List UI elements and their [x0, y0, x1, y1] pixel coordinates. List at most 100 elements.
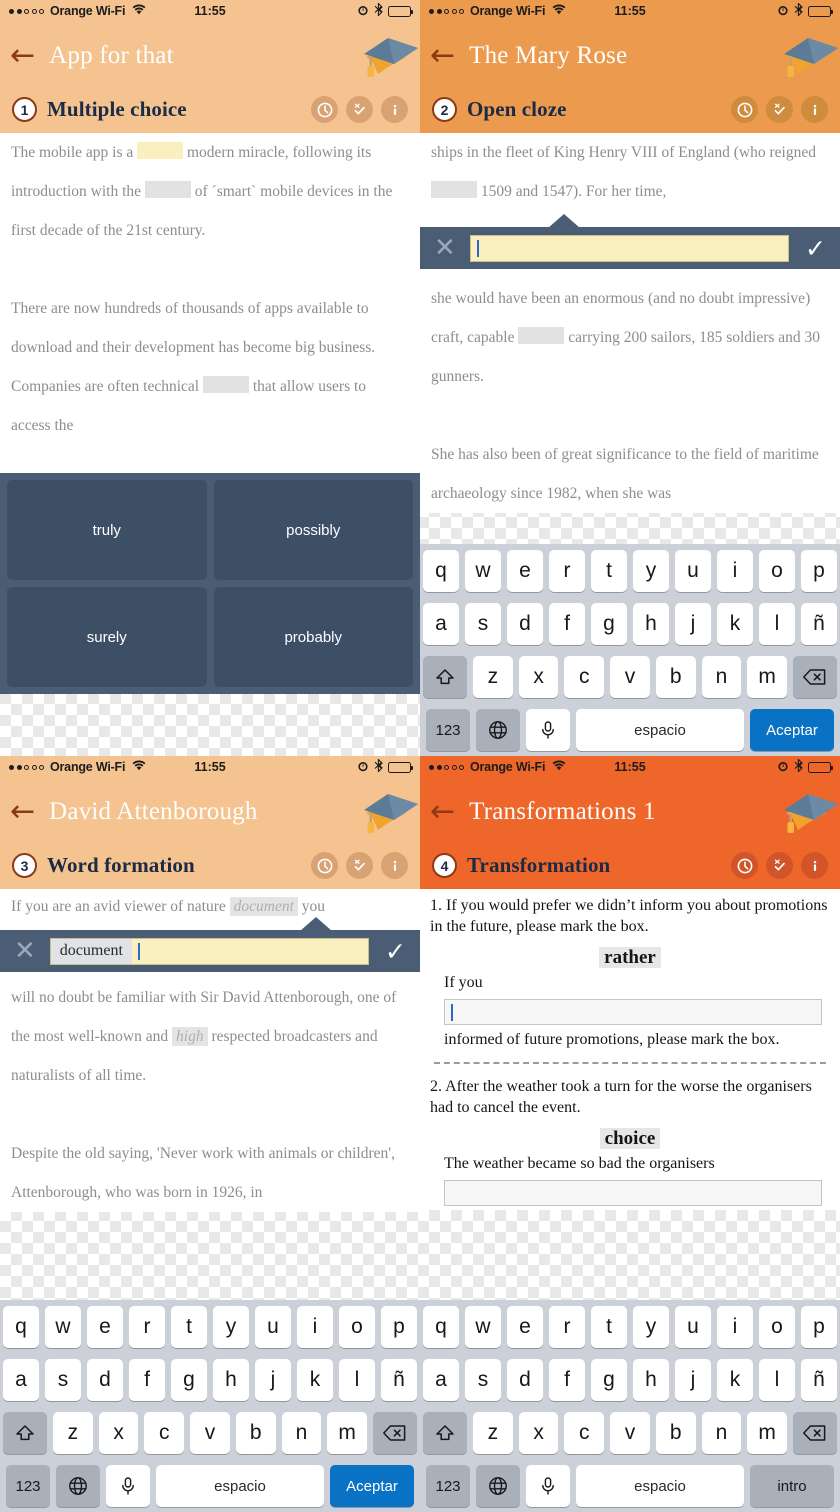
key-z[interactable]: z [472, 1412, 513, 1454]
shift-icon[interactable] [422, 656, 467, 698]
key-f[interactable]: f [549, 603, 585, 645]
shift-icon[interactable] [2, 1412, 47, 1454]
key-y[interactable]: y [633, 1306, 669, 1348]
key-r[interactable]: r [129, 1306, 165, 1348]
key-r[interactable]: r [549, 1306, 585, 1348]
key-v[interactable]: v [610, 656, 650, 698]
key-b[interactable]: b [235, 1412, 276, 1454]
answer-blank-filled[interactable] [137, 142, 184, 159]
key-k[interactable]: k [717, 603, 753, 645]
info-icon[interactable] [381, 852, 408, 879]
key-u[interactable]: u [255, 1306, 291, 1348]
key-space[interactable]: espacio [576, 1465, 744, 1507]
key-a[interactable]: a [423, 1359, 459, 1401]
key-u[interactable]: u [675, 550, 711, 592]
shift-icon[interactable] [422, 1412, 467, 1454]
key-enye[interactable]: ñ [381, 1359, 417, 1401]
key-c[interactable]: c [564, 1412, 605, 1454]
key-i[interactable]: i [717, 1306, 753, 1348]
key-j[interactable]: j [675, 1359, 711, 1401]
key-l[interactable]: l [759, 1359, 795, 1401]
key-intro[interactable]: intro [750, 1465, 834, 1507]
key-space[interactable]: espacio [576, 709, 744, 751]
key-t[interactable]: t [591, 550, 627, 592]
key-j[interactable]: j [255, 1359, 291, 1401]
key-p[interactable]: p [801, 550, 837, 592]
key-f[interactable]: f [129, 1359, 165, 1401]
key-t[interactable]: t [171, 1306, 207, 1348]
key-r[interactable]: r [549, 550, 585, 592]
key-n[interactable]: n [281, 1412, 322, 1454]
key-w[interactable]: w [465, 1306, 501, 1348]
check-cross-icon[interactable] [766, 96, 793, 123]
clock-icon[interactable] [731, 96, 758, 123]
key-y[interactable]: y [633, 550, 669, 592]
transformation-input-2[interactable] [444, 1180, 822, 1206]
key-z[interactable]: z [472, 656, 513, 698]
key-x[interactable]: x [98, 1412, 139, 1454]
key-l[interactable]: l [339, 1359, 375, 1401]
key-numbers[interactable]: 123 [6, 1465, 50, 1507]
key-t[interactable]: t [591, 1306, 627, 1348]
key-g[interactable]: g [171, 1359, 207, 1401]
key-k[interactable]: k [297, 1359, 333, 1401]
close-icon[interactable]: ✕ [434, 235, 456, 261]
key-d[interactable]: d [507, 603, 543, 645]
back-button[interactable]: ← [10, 41, 35, 71]
key-o[interactable]: o [759, 550, 795, 592]
key-j[interactable]: j [675, 603, 711, 645]
key-numbers[interactable]: 123 [426, 1465, 470, 1507]
key-w[interactable]: w [45, 1306, 81, 1348]
key-e[interactable]: e [507, 1306, 543, 1348]
key-h[interactable]: h [213, 1359, 249, 1401]
key-l[interactable]: l [759, 603, 795, 645]
key-q[interactable]: q [423, 1306, 459, 1348]
info-icon[interactable] [801, 96, 828, 123]
option-button-probably[interactable]: probably [213, 587, 413, 687]
key-e[interactable]: e [507, 550, 543, 592]
info-icon[interactable] [381, 96, 408, 123]
key-h[interactable]: h [633, 1359, 669, 1401]
key-c[interactable]: c [564, 656, 605, 698]
key-m[interactable]: m [327, 1412, 368, 1454]
key-numbers[interactable]: 123 [426, 709, 470, 751]
key-accept[interactable]: Aceptar [750, 709, 834, 751]
back-button[interactable]: ← [430, 797, 455, 827]
key-n[interactable]: n [701, 1412, 742, 1454]
key-s[interactable]: s [465, 1359, 501, 1401]
key-y[interactable]: y [213, 1306, 249, 1348]
microphone-icon[interactable] [526, 709, 570, 751]
key-h[interactable]: h [633, 603, 669, 645]
back-button[interactable]: ← [430, 41, 455, 71]
key-g[interactable]: g [591, 1359, 627, 1401]
key-e[interactable]: e [87, 1306, 123, 1348]
answer-blank-active[interactable] [431, 181, 477, 198]
globe-icon[interactable] [476, 709, 520, 751]
microphone-icon[interactable] [106, 1465, 150, 1507]
option-button-surely[interactable]: surely [7, 587, 207, 687]
info-icon[interactable] [801, 852, 828, 879]
clock-icon[interactable] [311, 96, 338, 123]
key-m[interactable]: m [747, 656, 788, 698]
key-w[interactable]: w [465, 550, 501, 592]
key-q[interactable]: q [423, 550, 459, 592]
option-button-truly[interactable]: truly [7, 480, 207, 580]
key-x[interactable]: x [518, 656, 559, 698]
answer-input[interactable] [469, 234, 790, 262]
key-n[interactable]: n [701, 656, 742, 698]
key-s[interactable]: s [465, 603, 501, 645]
answer-blank[interactable] [144, 181, 191, 198]
key-p[interactable]: p [801, 1306, 837, 1348]
key-a[interactable]: a [423, 603, 459, 645]
key-d[interactable]: d [507, 1359, 543, 1401]
key-p[interactable]: p [381, 1306, 417, 1348]
key-i[interactable]: i [297, 1306, 333, 1348]
key-enye[interactable]: ñ [801, 603, 837, 645]
key-b[interactable]: b [655, 1412, 696, 1454]
key-x[interactable]: x [518, 1412, 559, 1454]
key-z[interactable]: z [52, 1412, 93, 1454]
key-d[interactable]: d [87, 1359, 123, 1401]
backspace-icon[interactable] [373, 1412, 418, 1454]
key-accept[interactable]: Aceptar [330, 1465, 414, 1507]
check-cross-icon[interactable] [346, 96, 373, 123]
